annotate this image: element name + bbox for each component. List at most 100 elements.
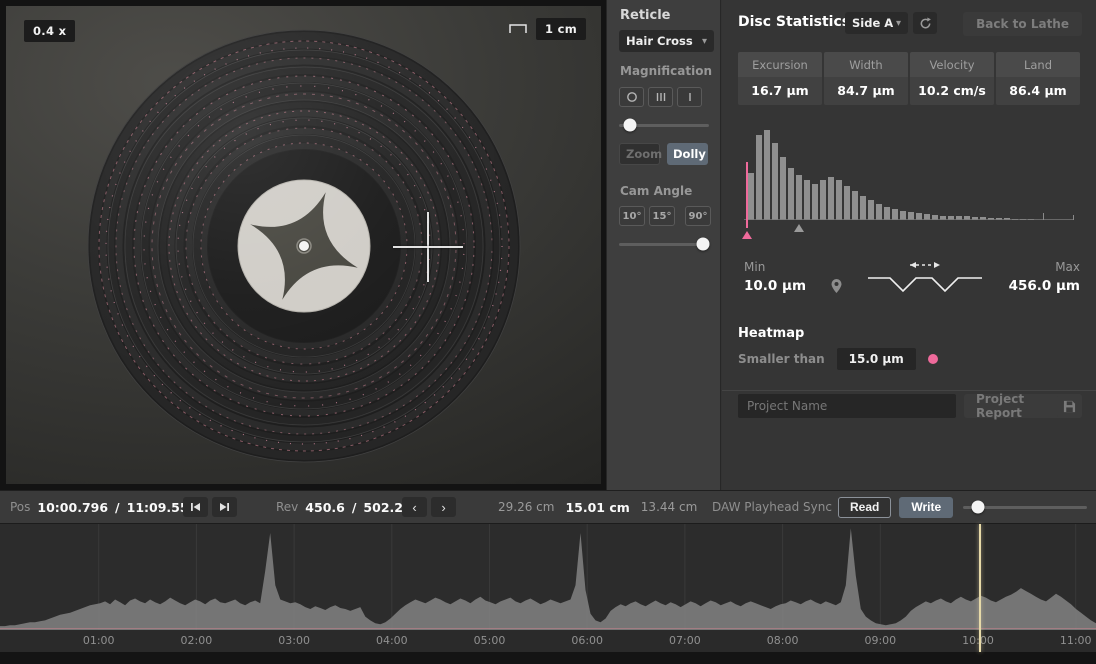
histogram-axis-endcap <box>1073 215 1074 220</box>
save-icon <box>1063 400 1076 413</box>
reticle-style-buttons <box>619 87 702 107</box>
step-buttons: ‹ › <box>402 491 456 523</box>
heatmap-threshold-value[interactable]: 15.0 μm <box>837 348 916 370</box>
skip-end-icon <box>219 502 230 512</box>
rev-readout: Rev 450.6 / 502.2 <box>276 491 403 523</box>
histogram-bar <box>836 180 842 220</box>
next-rev-button[interactable]: › <box>431 497 456 517</box>
audio-waveform <box>0 528 1096 630</box>
radius-readout: 29.26 cm 15.01 cm 13.44 cm <box>498 491 697 523</box>
cam-angle-90-button[interactable]: 90° <box>685 206 711 226</box>
transport-bar: Pos 10:00.796 / 11:09.559 Rev 450.6 / 50… <box>0 490 1096 524</box>
refresh-icon <box>919 17 932 30</box>
histogram-bar <box>748 173 754 220</box>
histogram-bar <box>796 175 802 220</box>
histogram-axis-tick <box>1043 213 1044 220</box>
heatmap-controls: Smaller than 15.0 μm <box>738 348 938 370</box>
pos-separator: / <box>115 500 120 515</box>
stat-card: Velocity10.2 cm/s <box>910 52 994 105</box>
disc-mastering-app: 0.4 x 1 cm Reticle Hair Cross ▾ Magnific… <box>0 0 1096 664</box>
histogram-bar <box>772 143 778 220</box>
rev-current: 450.6 <box>305 500 345 515</box>
threshold-line <box>746 162 748 228</box>
overview-strip[interactable] <box>0 652 1096 664</box>
skip-to-end-button[interactable] <box>212 497 237 517</box>
cam-angle-slider-knob[interactable] <box>696 238 709 251</box>
daw-sync-group: DAW Playhead Sync <box>712 491 832 523</box>
histogram-chart <box>738 126 1080 244</box>
stat-value: 86.4 μm <box>996 77 1080 105</box>
daw-sync-slider[interactable] <box>963 500 1087 514</box>
daw-sync-label: DAW Playhead Sync <box>712 500 832 514</box>
time-label: 01:00 <box>83 634 115 647</box>
scale-length-badge: 1 cm <box>536 18 586 40</box>
histogram-bar <box>876 204 882 220</box>
heatmap-color-swatch[interactable] <box>928 354 938 364</box>
cam-angle-slider[interactable] <box>619 237 709 251</box>
reticle-triple-bar-button[interactable] <box>648 87 673 107</box>
stat-card: Excursion16.7 μm <box>738 52 822 105</box>
reticle-circle-button[interactable] <box>619 87 644 107</box>
playhead[interactable] <box>979 524 981 652</box>
project-name-input[interactable] <box>738 394 956 418</box>
cam-angle-15-button[interactable]: 15° <box>649 206 675 226</box>
time-label: 07:00 <box>669 634 701 647</box>
time-label: 02:00 <box>181 634 213 647</box>
min-max-row: Min 10.0 μm Max 456.0 μm <box>738 256 1080 308</box>
back-to-lathe-button[interactable]: Back to Lathe <box>963 12 1082 36</box>
reticle-panel: Reticle Hair Cross ▾ Magnification Zoom … <box>606 0 721 490</box>
reticle-type-dropdown[interactable]: Hair Cross ▾ <box>619 30 714 52</box>
side-selector-dropdown[interactable]: Side A ▾ <box>845 12 908 34</box>
time-ruler[interactable]: 01:0002:0003:0004:0005:0006:0007:0008:00… <box>0 630 1096 652</box>
disc-viewport[interactable]: 0.4 x 1 cm <box>0 0 606 490</box>
histogram-bar <box>788 168 794 220</box>
daw-sync-slider-knob[interactable] <box>971 501 984 514</box>
zoom-mode-button[interactable]: Zoom <box>619 143 660 165</box>
time-label: 05:00 <box>474 634 506 647</box>
stat-value: 10.2 cm/s <box>910 77 994 105</box>
pos-label: Pos <box>10 500 30 514</box>
mean-marker-icon[interactable] <box>794 224 804 232</box>
time-label: 09:00 <box>864 634 896 647</box>
read-button[interactable]: Read <box>838 497 891 518</box>
timeline-area[interactable]: 01:0002:0003:0004:0005:0006:0007:0008:00… <box>0 524 1096 664</box>
waveform-display[interactable] <box>0 524 1096 630</box>
chevron-down-icon: ▾ <box>896 18 901 29</box>
refresh-stats-button[interactable] <box>913 12 937 34</box>
cam-angle-10-button[interactable]: 10° <box>619 206 645 226</box>
histogram-bar <box>852 191 858 220</box>
time-label: 03:00 <box>278 634 310 647</box>
time-label: 10:00 <box>962 634 994 647</box>
position-readout: Pos 10:00.796 / 11:09.559 <box>10 491 197 523</box>
pin-icon <box>830 278 843 294</box>
save-project-button[interactable] <box>1057 394 1082 418</box>
project-row: Project Report <box>738 394 1082 420</box>
disc-3d-view[interactable] <box>6 6 601 484</box>
magnification-slider[interactable] <box>619 118 709 132</box>
histogram-bars <box>748 130 1034 220</box>
stat-label: Excursion <box>738 52 822 77</box>
disc-statistics-panel: Disc Statistics Side A ▾ Back to Lathe E… <box>722 0 1096 490</box>
stat-cards: Excursion16.7 μmWidth84.7 μmVelocity10.2… <box>738 52 1080 105</box>
cam-angle-buttons: 10° 15° 90° <box>619 206 711 226</box>
min-value: 10.0 μm <box>744 278 806 294</box>
stat-label: Land <box>996 52 1080 77</box>
stat-card: Land86.4 μm <box>996 52 1080 105</box>
cam-angle-label: Cam Angle <box>620 184 692 198</box>
max-value: 456.0 μm <box>1009 278 1080 294</box>
time-label: 06:00 <box>571 634 603 647</box>
magnification-slider-knob[interactable] <box>623 119 636 132</box>
previous-rev-button[interactable]: ‹ <box>402 497 427 517</box>
dolly-mode-button[interactable]: Dolly <box>667 143 708 165</box>
reticle-single-bar-button[interactable] <box>677 87 702 107</box>
zoom-dolly-toggle: Zoom Dolly <box>619 143 708 165</box>
write-button[interactable]: Write <box>899 497 953 518</box>
histogram-bar <box>828 177 834 220</box>
min-label: Min <box>744 260 806 274</box>
histogram-bar <box>820 180 826 221</box>
histogram-bar <box>844 186 850 220</box>
side-selector-value: Side A <box>852 16 893 30</box>
skip-to-start-button[interactable] <box>183 497 208 517</box>
threshold-marker-icon[interactable] <box>742 231 752 239</box>
histogram-bar <box>804 180 810 220</box>
